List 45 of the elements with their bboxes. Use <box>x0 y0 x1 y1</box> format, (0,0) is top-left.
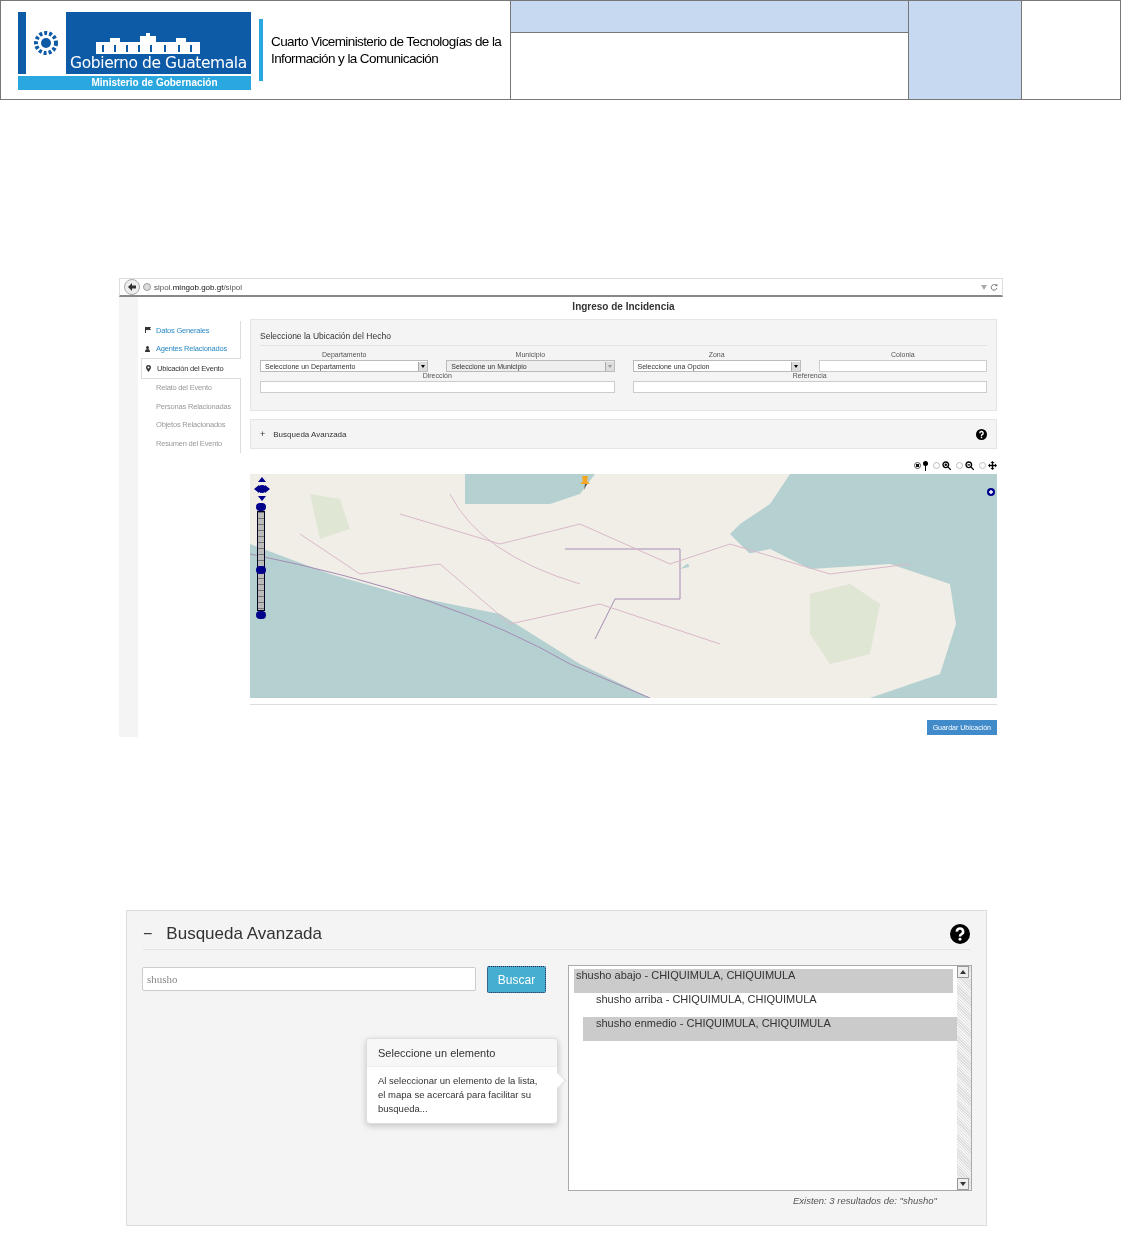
page-title: Ingreso de Incidencia <box>571 300 676 314</box>
zoom-out-icon <box>965 461 974 470</box>
globe-icon <box>143 283 151 291</box>
zoom-in-button[interactable] <box>256 503 266 511</box>
popover-title: Seleccione un elemento <box>367 1039 557 1067</box>
text-field[interactable] <box>632 381 987 393</box>
organization-name: Cuarto Viceministerio de Tecnologías de la Información y la Comunicación <box>271 33 503 67</box>
text-field[interactable] <box>260 381 615 393</box>
coat-of-arms-icon <box>31 28 61 58</box>
section-title: Busqueda Avanzada <box>273 429 348 439</box>
logo-title: Gobierno de Guatemala <box>70 54 247 72</box>
back-button[interactable] <box>124 279 140 295</box>
radio-button[interactable] <box>914 462 921 469</box>
advanced-search-bar[interactable]: + Busqueda Avanzada <box>250 419 997 449</box>
logo-subtitle: Ministerio de Gobernación <box>18 74 251 90</box>
scroll-down-icon[interactable] <box>960 1182 966 1186</box>
scrollbar[interactable] <box>957 966 971 1190</box>
back-arrow-icon <box>128 283 136 291</box>
help-icon[interactable] <box>950 924 970 944</box>
flag-icon <box>145 327 151 334</box>
scroll-up-icon[interactable] <box>960 970 966 974</box>
result-item[interactable]: shusho arriba - CHIQUIMULA, CHIQUIMULA <box>583 993 957 1017</box>
move-icon <box>988 461 997 470</box>
popover-text: Al seleccionar un elemento de la lista, el mapa se acercará para facilitar su busqueda... <box>377 1074 539 1116</box>
person-icon <box>145 345 150 352</box>
layer-switcher-icon[interactable] <box>987 488 995 496</box>
collapse-toggle[interactable]: − <box>143 925 153 943</box>
results-count: Existen: 3 resultados de: "shusho" <box>792 1195 938 1206</box>
zoom-slider[interactable] <box>256 511 266 611</box>
search-field[interactable]: shusho <box>142 967 476 991</box>
zoom-out-button[interactable] <box>256 611 266 619</box>
pan-control-icon[interactable] <box>254 477 270 501</box>
result-item[interactable]: shusho enmedio - CHIQUIMULA, CHIQUIMULA <box>583 1017 957 1041</box>
text-field[interactable] <box>818 360 987 372</box>
panel-title: Seleccione la Ubicación del Hecho <box>260 320 987 346</box>
pin-tool-icon <box>923 460 928 471</box>
expand-toggle[interactable]: + <box>260 429 266 439</box>
help-icon[interactable] <box>976 428 987 440</box>
location-pin-icon <box>146 364 151 372</box>
map-pin-icon[interactable] <box>580 476 592 490</box>
section-title: Busqueda Avanzada <box>166 924 323 944</box>
zoom-in-icon <box>942 461 951 470</box>
result-item[interactable]: shusho abajo - CHIQUIMULA, CHIQUIMULA <box>574 969 953 993</box>
reload-icon[interactable] <box>990 283 998 291</box>
zoom-slider-handle[interactable] <box>256 566 266 575</box>
